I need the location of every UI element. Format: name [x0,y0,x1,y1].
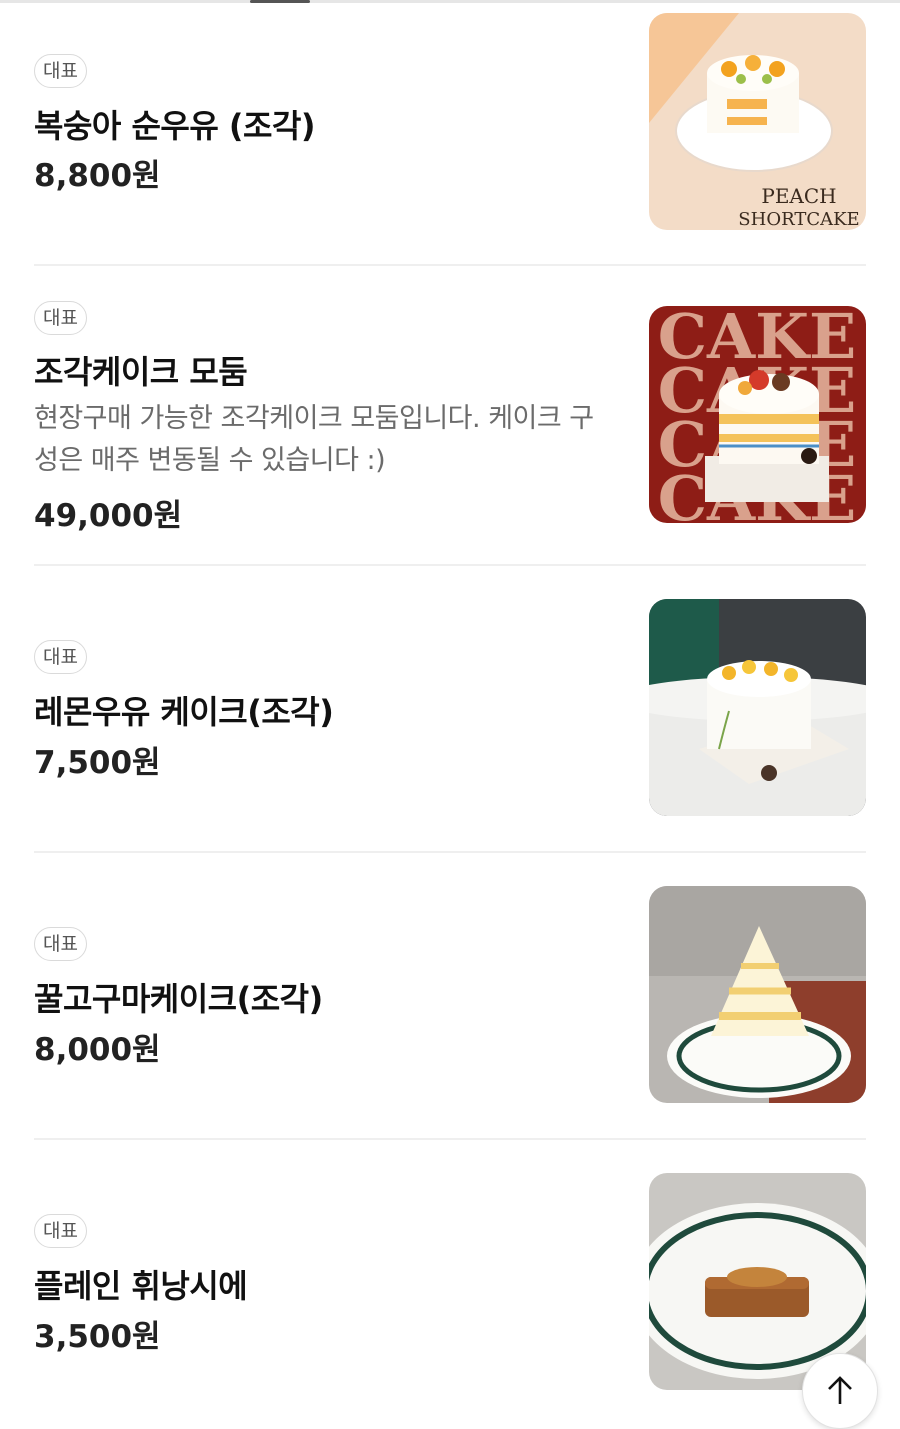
menu-item-photo[interactable] [649,599,866,816]
menu-item-name: 플레인 휘낭시에 [34,1267,248,1305]
menu-item[interactable]: 대표 플레인 휘낭시에 3,500원 [34,1139,866,1423]
menu-item-name: 레몬우유 케이크(조각) [34,693,334,731]
signature-badge: 대표 [34,301,87,335]
menu-item[interactable]: 대표 조각케이크 모둠 현장구매 가능한 조각케이크 모둠입니다. 케이크 구성… [34,265,866,566]
menu-item-name: 꿀고구마케이크(조각) [34,980,323,1018]
menu-item-price: 7,500원 [34,745,161,781]
image-text: PEACH [761,184,836,208]
menu-item-price: 8,800원 [34,158,161,194]
signature-badge: 대표 [34,640,87,674]
arrow-up-icon [823,1374,857,1408]
menu-item-description: 현장구매 가능한 조각케이크 모둠입니다. 케이크 구성은 매주 변동될 수 있… [34,403,594,476]
menu-item[interactable]: 대표 복숭아 순우유 (조각) 8,800원 PEACH SHORTCAKE [34,0,866,266]
menu-item-photo[interactable]: CAKE CAKE CAKE CAKE [649,306,866,523]
signature-badge: 대표 [34,1214,87,1248]
signature-badge: 대표 [34,54,87,88]
menu-item-price: 8,000원 [34,1032,161,1068]
menu-item-photo[interactable]: PEACH SHORTCAKE [649,13,866,230]
menu-item-price: 3,500원 [34,1319,161,1355]
menu-item-price: 49,000원 [34,498,183,534]
menu-item[interactable]: 대표 레몬우유 케이크(조각) 7,500원 [34,565,866,853]
menu-item[interactable]: 대표 꿀고구마케이크(조각) 8,000원 [34,852,866,1140]
image-text: SHORTCAKE [738,209,859,230]
scroll-to-top-button[interactable] [802,1353,878,1429]
menu-item-name: 복숭아 순우유 (조각) [34,107,316,145]
menu-item-photo[interactable] [649,886,866,1103]
signature-badge: 대표 [34,927,87,961]
menu-item-name: 조각케이크 모둠 [34,353,248,391]
